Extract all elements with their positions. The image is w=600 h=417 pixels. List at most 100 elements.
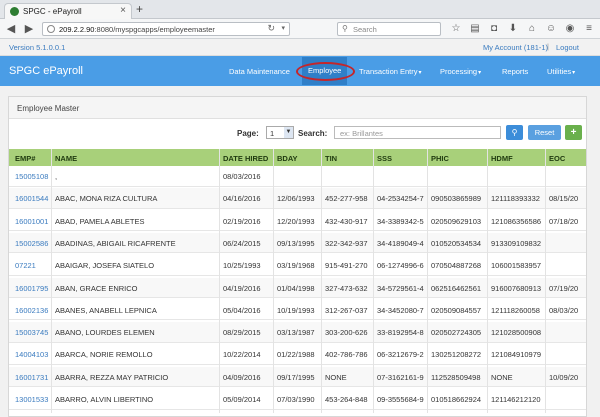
cell-tin: 432-430-917 (325, 216, 368, 226)
cell-phic: 020509629103 (431, 216, 482, 226)
back-icon[interactable]: ◀ (4, 22, 18, 36)
cell-hdmf: 121146212120 (491, 395, 541, 404)
hamburger-menu-icon[interactable]: ≡ (583, 23, 595, 34)
url-dropdown-icon[interactable]: ▾ (281, 24, 285, 32)
col-bday-header[interactable]: BDAY (277, 154, 298, 163)
site-favicon-icon (10, 7, 19, 16)
cell-phic: 020502724305 (431, 328, 482, 338)
cell-name: ABARCA, NORIE REMOLLO (55, 350, 153, 360)
menu-processing[interactable]: Processing▾ (440, 67, 481, 76)
addon-icon[interactable]: ◉ (564, 23, 576, 34)
cell-date-hired: 05/09/2014 (223, 395, 261, 404)
cell-date-hired: 04/19/2016 (223, 283, 261, 293)
cell-tin: NONE (325, 372, 347, 382)
app-brand[interactable]: SPGC ePayroll (9, 65, 83, 77)
cell-emp-no[interactable]: 16001544 (15, 194, 51, 203)
col-eoc-header[interactable]: EOC (549, 154, 565, 163)
table-row[interactable]: 16001795 ABAN, GRACE ENRICO 04/19/2016 01/0… (9, 277, 586, 298)
menu-utilities[interactable]: Utilities▾ (547, 67, 575, 76)
bookmark-star-icon[interactable]: ☆ (450, 23, 462, 34)
cell-bday: 07/03/1990 (277, 395, 315, 404)
page-select[interactable]: 1 ▼ (266, 126, 294, 139)
column-divider (373, 149, 374, 413)
table-row[interactable]: 07221 ABAIGAR, JOSEFA SIATELO 10/25/1993 03… (9, 255, 586, 276)
logout-link[interactable]: Logout (556, 43, 579, 52)
cell-sss: 34-4189049-4 (377, 238, 424, 248)
browser-search-bar[interactable]: ⚲ Search (337, 22, 441, 36)
col-date-hired-header[interactable]: DATE HIRED (223, 154, 268, 163)
address-bar[interactable]: 209.2.2.90:8080/myspgcapps/employeemaste… (42, 22, 290, 36)
cell-sss: 33-8192954-8 (377, 328, 424, 338)
cell-name: ABAN, GRACE ENRICO (55, 283, 138, 293)
cell-name: ABADINAS, ABIGAIL RICAFRENTE (55, 238, 176, 248)
cell-tin: 327-473-632 (325, 283, 368, 293)
col-name-header[interactable]: NAME (55, 154, 77, 163)
cell-emp-no[interactable]: 15002586 (15, 239, 51, 248)
table-row[interactable]: 16001544 ABAC, MONA RIZA CULTURA 04/16/201… (9, 188, 586, 209)
cell-emp-no[interactable]: 15003745 (15, 328, 51, 337)
cell-name: ABANES, ANABELL LEPNICA (55, 305, 157, 315)
cell-eoc: 08/03/20 (549, 305, 579, 315)
cell-date-hired: 08/29/2015 (223, 328, 261, 338)
cell-hdmf: 916007680913 (491, 283, 542, 293)
table-row[interactable]: 13001533 ABARRO, ALVIN LIBERTINO 05/09/201… (9, 389, 586, 410)
table-row[interactable]: 15003745 ABANO, LOURDES ELEMEN 08/29/2015 0… (9, 322, 586, 343)
table-row[interactable]: 16001001 ABAD, PAMELA ABLETES 02/19/2016 12… (9, 211, 586, 232)
cell-name: ABAIGAR, JOSEFA SIATELO (55, 261, 155, 271)
page-label: Page: (237, 129, 259, 138)
reading-list-icon[interactable]: ▤ (469, 23, 481, 34)
cell-sss: 04-2534254-7 (377, 194, 424, 204)
add-employee-button[interactable]: + (565, 125, 582, 140)
col-tin-header[interactable]: TIN (325, 154, 337, 163)
menu-transaction-entry[interactable]: Transaction Entry▾ (359, 67, 422, 76)
cell-bday: 09/17/1995 (277, 372, 315, 382)
menu-reports[interactable]: Reports (502, 67, 528, 76)
close-tab-icon[interactable]: × (120, 5, 126, 16)
cell-tin: 322-342-937 (325, 238, 368, 248)
col-emp-no-header[interactable]: EMP# (15, 154, 35, 163)
reset-button[interactable]: Reset (528, 125, 561, 140)
cell-emp-no[interactable]: 13001533 (15, 395, 51, 404)
column-divider (51, 149, 52, 413)
search-button[interactable]: ⚲ (506, 125, 523, 140)
column-divider (273, 149, 274, 413)
col-sss-header[interactable]: SSS (377, 154, 392, 163)
cell-sss: 34-3389342-5 (377, 216, 424, 226)
table-row[interactable]: 16001731 ABARRA, REZZA MAY PATRICIO 04/09/… (9, 366, 586, 388)
tab-title: SPGC - ePayroll (23, 7, 82, 16)
cell-emp-no[interactable]: 16001001 (15, 217, 51, 226)
link-separator: | (547, 42, 549, 51)
forward-icon[interactable]: ▶ (22, 22, 36, 36)
chat-icon[interactable]: ☺ (545, 23, 557, 34)
column-divider (321, 149, 322, 413)
table-row[interactable]: 15005108, 08/03/2016 (9, 166, 586, 187)
cell-emp-no[interactable]: 16001731 (15, 373, 51, 382)
reload-icon[interactable]: ↻ (267, 23, 275, 34)
cell-emp-no[interactable]: 16002136 (15, 306, 51, 315)
cell-hdmf: 121118393332 (491, 194, 540, 204)
pocket-icon[interactable]: ◘ (488, 23, 500, 34)
menu-data-maintenance[interactable]: Data Maintenance (229, 67, 290, 76)
cell-emp-no[interactable]: 07221 (15, 261, 51, 270)
col-hdmf-header[interactable]: HDMF (491, 154, 513, 163)
cell-date-hired: 04/09/2016 (223, 372, 261, 382)
search-input[interactable]: ex: Brillantes (334, 126, 501, 139)
cell-hdmf: NONE (491, 372, 513, 382)
my-account-link[interactable]: My Account (181-1) (483, 43, 548, 52)
cell-hdmf: 106001583957 (491, 261, 542, 271)
table-row[interactable]: 16002136 ABANES, ANABELL LEPNICA 05/04/201… (9, 300, 586, 321)
panel-heading: Employee Master (9, 97, 586, 119)
cell-name: , (55, 172, 58, 181)
cell-emp-no[interactable]: 15005108 (15, 172, 51, 181)
download-icon[interactable]: ⬇ (507, 23, 519, 34)
cell-emp-no[interactable]: 16001795 (15, 284, 51, 293)
cell-emp-no[interactable]: 14004103 (15, 350, 51, 359)
col-phic-header[interactable]: PHIC (431, 154, 449, 163)
home-icon[interactable]: ⌂ (526, 23, 538, 34)
table-row[interactable]: 15002586 ABADINAS, ABIGAIL RICAFRENTE 06/2… (9, 232, 586, 254)
new-tab-icon[interactable]: + (136, 2, 143, 16)
table-row[interactable]: 14004103 ABARCA, NORIE REMOLLO 10/22/2014 0… (9, 344, 586, 365)
browser-tab[interactable]: SPGC - ePayroll × (4, 3, 132, 19)
chevron-down-icon: ▾ (478, 70, 482, 76)
cell-bday: 01/04/1998 (277, 283, 315, 293)
